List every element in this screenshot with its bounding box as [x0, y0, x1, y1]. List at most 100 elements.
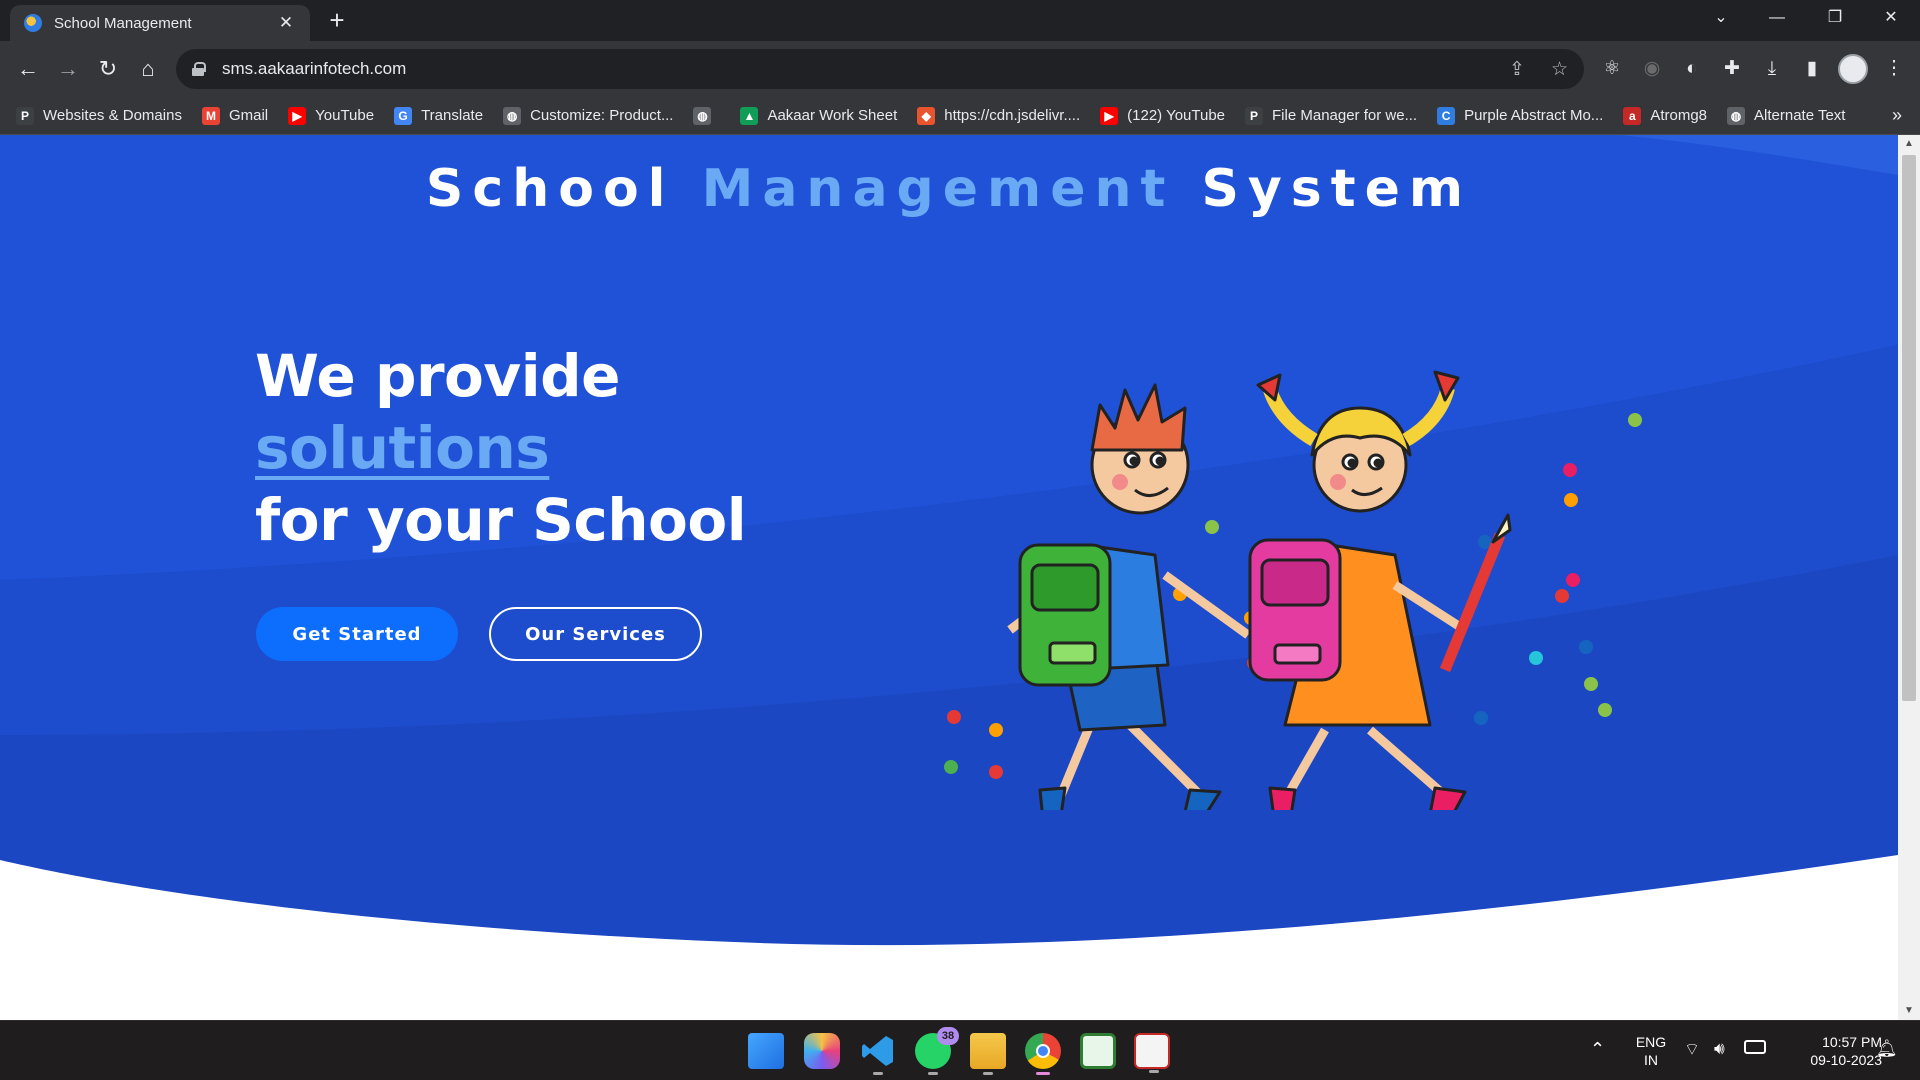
- bookmark-item[interactable]: ◆ https://cdn.jsdelivr....: [917, 106, 1081, 125]
- bookmark-favicon-icon: C: [1437, 106, 1456, 125]
- page-scrollbar[interactable]: ▲ ▼: [1898, 135, 1920, 1020]
- bookmark-favicon-icon: ◍: [693, 106, 712, 125]
- bookmark-label: Aakaar Work Sheet: [767, 107, 898, 124]
- address-bar[interactable]: sms.aakaarinfotech.com ⇪ ☆: [176, 49, 1584, 89]
- tab-search-icon[interactable]: ⌄: [1692, 0, 1750, 36]
- lock-icon[interactable]: [192, 62, 206, 76]
- copilot-icon[interactable]: [804, 1033, 840, 1069]
- chrome-icon[interactable]: [1025, 1033, 1061, 1075]
- bookmark-favicon-icon: P: [1245, 106, 1264, 125]
- extension-mouse-icon[interactable]: ◉: [1638, 55, 1666, 83]
- close-window-button[interactable]: ✕: [1862, 0, 1920, 36]
- bookmark-item[interactable]: ◍: [693, 106, 720, 125]
- whatsapp-unread-badge: 38: [937, 1027, 959, 1045]
- battery-icon[interactable]: [1744, 1040, 1766, 1054]
- bookmark-favicon-icon: ◍: [503, 106, 522, 125]
- language-indicator[interactable]: ENG IN: [1628, 1033, 1674, 1069]
- clock-time: 10:57 PM: [1822, 1034, 1882, 1050]
- bookmark-item[interactable]: M Gmail: [201, 106, 269, 125]
- wifi-icon[interactable]: ⌔: [1684, 1039, 1700, 1060]
- chrome-active-indicator: [1036, 1072, 1050, 1075]
- bookmarks-overflow-icon[interactable]: »: [1892, 105, 1902, 126]
- boy-figure: [1007, 383, 1251, 810]
- downloads-icon[interactable]: ⤓: [1758, 55, 1786, 83]
- scrollbar-thumb[interactable]: [1902, 155, 1916, 701]
- browser-titlebar: School Management ✕ + ⌄ — ❐ ✕: [0, 0, 1920, 41]
- bookmark-favicon-icon: ▶: [1100, 106, 1119, 125]
- bookmark-label: (122) YouTube: [1127, 107, 1226, 124]
- windows-taskbar: 38 ⌃ ENG IN ⌔ 🔊︎ 10:57 PM 09-10-2023 🔔︎: [0, 1020, 1920, 1080]
- forward-button[interactable]: →: [52, 53, 84, 85]
- bookmark-favicon-icon: ▶: [288, 106, 307, 125]
- reload-button[interactable]: ↻: [92, 53, 124, 85]
- bookmark-favicon-icon: P: [16, 106, 34, 125]
- windows-start-icon[interactable]: [748, 1033, 784, 1069]
- bookmark-label: https://cdn.jsdelivr....: [944, 107, 1081, 124]
- bookmark-label: Purple Abstract Mo...: [1464, 107, 1604, 124]
- url-text[interactable]: sms.aakaarinfotech.com: [222, 59, 1483, 79]
- bookmark-label: Atromg8: [1650, 107, 1708, 124]
- scroll-down-arrow-icon[interactable]: ▼: [1898, 1002, 1920, 1020]
- file-explorer-icon[interactable]: [970, 1033, 1006, 1075]
- side-panel-icon[interactable]: ▮: [1798, 55, 1826, 83]
- scroll-up-arrow-icon[interactable]: ▲: [1898, 135, 1920, 153]
- menu-kebab-icon[interactable]: ⋮: [1880, 55, 1908, 83]
- headline-line-3: for your School: [255, 486, 747, 554]
- share-icon[interactable]: ⇪: [1509, 58, 1525, 81]
- bookmark-label: Alternate Text: [1754, 107, 1846, 124]
- show-hidden-icons-chevron-icon[interactable]: ⌃: [1590, 1039, 1605, 1060]
- page-viewport: School Management System We provide solu…: [0, 135, 1898, 1020]
- bookmark-item[interactable]: ▲ Aakaar Work Sheet: [740, 106, 898, 125]
- bookmark-item[interactable]: ◍ Alternate Text: [1727, 106, 1846, 125]
- bookmark-favicon-icon: M: [201, 106, 220, 125]
- vscode-icon[interactable]: [860, 1033, 896, 1075]
- explorer-running-indicator: [983, 1072, 993, 1075]
- bookmark-label: Gmail: [228, 107, 269, 124]
- headline-solutions: solutions: [255, 414, 550, 482]
- bookmark-item[interactable]: C Purple Abstract Mo...: [1437, 106, 1604, 125]
- bookmark-label: YouTube: [315, 107, 375, 124]
- site-brand-title[interactable]: School Management System: [0, 159, 1898, 219]
- restore-button[interactable]: ❐: [1806, 0, 1864, 36]
- react-devtools-icon[interactable]: ⚛: [1598, 55, 1626, 83]
- volume-icon[interactable]: 🔊︎: [1714, 1039, 1725, 1059]
- bookmark-label: Translate: [421, 107, 484, 124]
- bookmark-item[interactable]: ▶ (122) YouTube: [1100, 106, 1226, 125]
- browser-tab[interactable]: School Management ✕: [10, 5, 310, 41]
- girl-figure: [1248, 370, 1512, 810]
- browser-toolbar: ← → ↻ ⌂ sms.aakaarinfotech.com ⇪ ☆ ⚛ ◉ ◐…: [0, 41, 1920, 97]
- profile-avatar[interactable]: [1838, 54, 1868, 84]
- brand-part-system: System: [1174, 159, 1473, 219]
- whatsapp-running-indicator: [928, 1072, 938, 1075]
- kids-illustration: [944, 370, 1642, 810]
- extension-color-icon[interactable]: ◐: [1678, 55, 1706, 83]
- close-tab-icon[interactable]: ✕: [276, 13, 296, 33]
- clock[interactable]: 10:57 PM 09-10-2023: [1782, 1033, 1882, 1069]
- snipping-running-indicator: [1149, 1070, 1159, 1073]
- extensions-puzzle-icon[interactable]: ✚: [1718, 55, 1746, 83]
- site-favicon-icon: [24, 14, 42, 32]
- clock-date: 09-10-2023: [1810, 1052, 1882, 1068]
- bookmark-item[interactable]: ▶ YouTube: [288, 106, 375, 125]
- brand-part-management: Management: [701, 159, 1175, 219]
- notifications-bell-icon[interactable]: 🔔︎: [1876, 1039, 1898, 1059]
- bookmark-favicon-icon: a: [1623, 106, 1642, 125]
- new-tab-button[interactable]: +: [322, 6, 352, 36]
- get-started-button[interactable]: Get Started: [256, 607, 458, 661]
- snipping-tool-icon[interactable]: [1134, 1033, 1170, 1073]
- bookmark-item[interactable]: P File Manager for we...: [1245, 106, 1418, 125]
- home-button[interactable]: ⌂: [132, 53, 164, 85]
- bookmark-item[interactable]: G Translate: [394, 106, 484, 125]
- bookmarks-bar: P Websites & Domains M Gmail ▶ YouTube G Transl…: [0, 97, 1920, 135]
- minimize-button[interactable]: —: [1748, 0, 1806, 36]
- notepad-green-icon[interactable]: [1080, 1033, 1116, 1069]
- bookmark-label: File Manager for we...: [1272, 107, 1418, 124]
- bookmark-item[interactable]: P Websites & Domains: [16, 106, 182, 125]
- whatsapp-icon[interactable]: 38: [915, 1027, 959, 1075]
- our-services-button[interactable]: Our Services: [489, 607, 702, 661]
- back-button[interactable]: ←: [12, 53, 44, 85]
- bookmark-star-icon[interactable]: ☆: [1551, 58, 1568, 81]
- bookmark-item[interactable]: a Atromg8: [1623, 106, 1708, 125]
- bookmark-item[interactable]: ◍ Customize: Product...: [503, 106, 673, 125]
- region-code: IN: [1644, 1052, 1658, 1068]
